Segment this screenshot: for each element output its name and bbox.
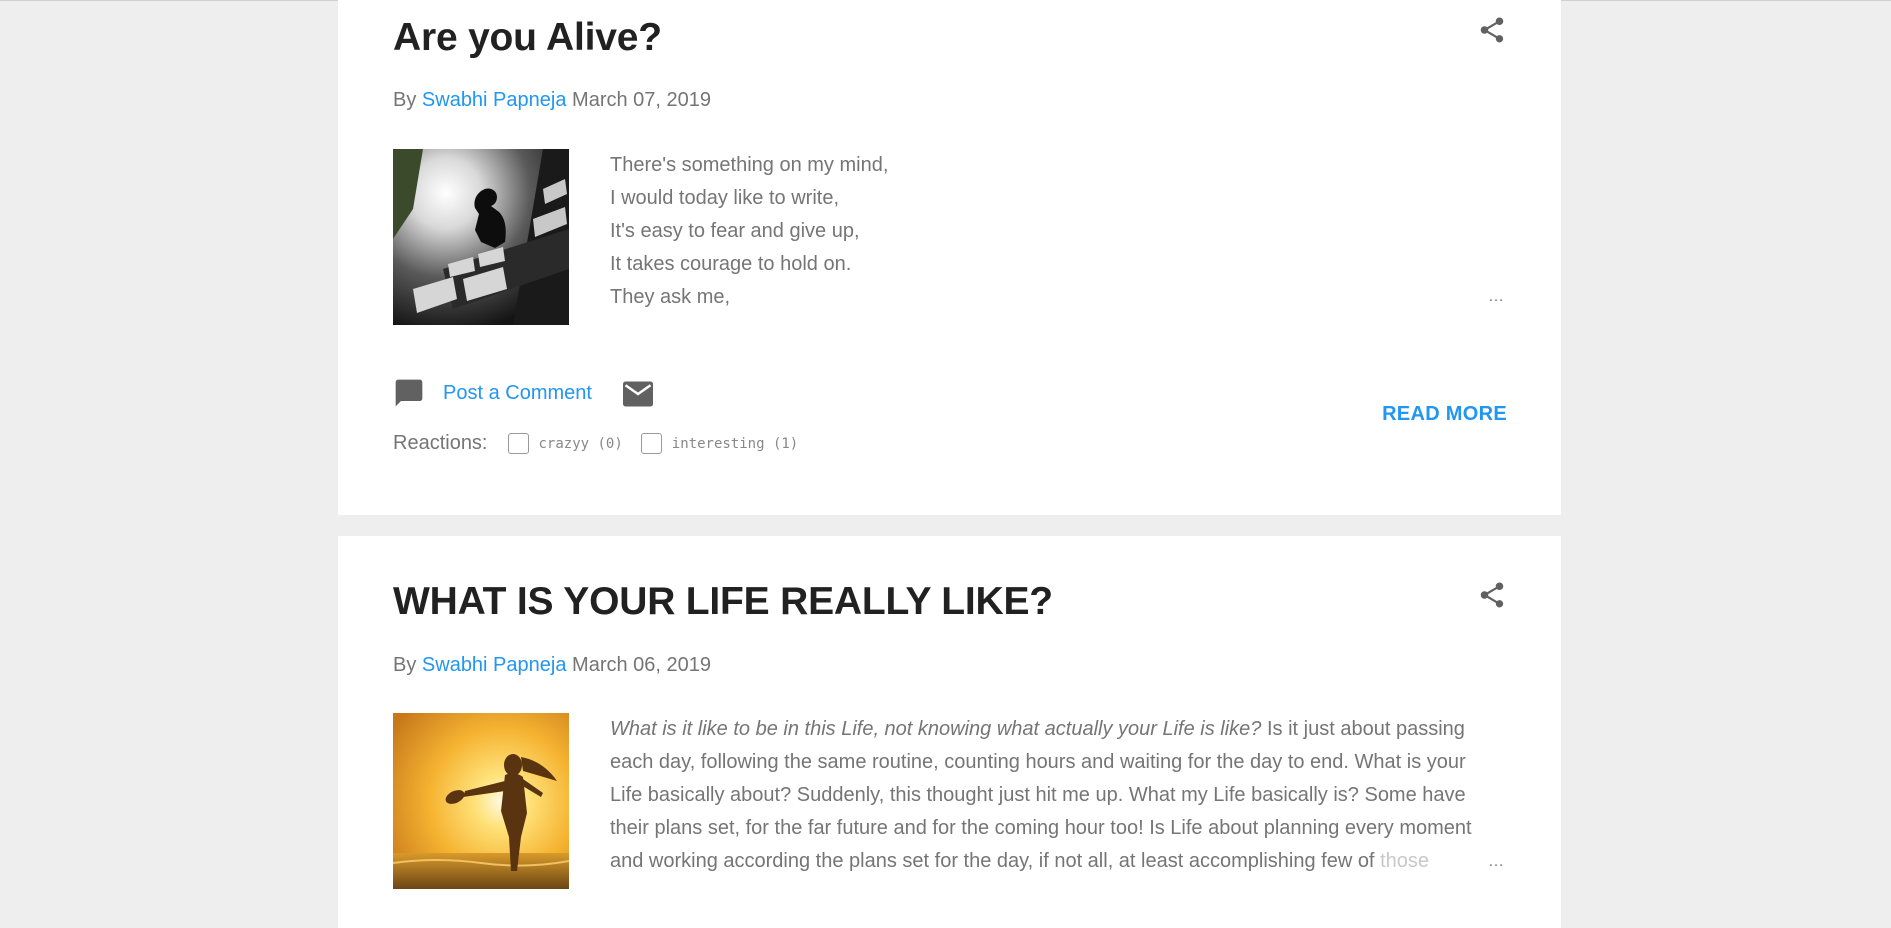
post-comment-link[interactable]: Post a Comment [393,377,592,409]
snippet-italic: What is it like to be in this Life, not … [610,718,1262,740]
snippet-line: It takes courage to hold on. [610,253,852,275]
author-link[interactable]: Swabhi Papneja [422,654,567,676]
snippet-line: I would today like to write, [610,187,839,209]
snippet-line: They ask me, [610,286,731,308]
post-title[interactable]: Are you Alive? [393,16,662,60]
by-label: By [393,89,417,111]
post-byline: By Swabhi Papneja March 07, 2019 [393,89,711,112]
blog-post-card: Are you Alive? By Swabhi Papneja March 0… [338,0,1561,515]
post-date: March 07, 2019 [572,89,712,111]
post-thumbnail[interactable] [393,149,569,325]
snippet-line: What is it like to be in this Life, not … [610,713,1510,746]
snippet-line: There's something on my mind, [610,154,889,176]
snippet-line: and working according the plans set for … [610,845,1510,878]
snippet-text: and working according the plans set for … [610,850,1381,872]
reactions-label: Reactions: [393,432,488,454]
reaction-interesting[interactable]: interesting (1) [640,433,799,454]
post-snippet: There's something on my mind, I would to… [610,149,1510,314]
reaction-label: interesting (1) [671,435,799,452]
author-link[interactable]: Swabhi Papneja [422,89,567,111]
person-sitting-on-bench-image [393,149,569,325]
post-comment-label[interactable]: Post a Comment [443,382,592,405]
share-icon[interactable] [1477,580,1507,610]
reaction-checkbox[interactable] [507,433,529,454]
snippet-faded-text: those [1380,850,1429,872]
read-more-link[interactable]: READ MORE [1382,403,1507,426]
comment-icon [395,379,423,407]
post-snippet: What is it like to be in this Life, not … [610,713,1510,878]
snippet-line: Life basically about? Suddenly, this tho… [610,784,1466,806]
post-thumbnail[interactable] [393,713,569,889]
post-title[interactable]: WHAT IS YOUR LIFE REALLY LIKE? [393,580,1053,624]
snippet-line: It's easy to fear and give up, [610,220,860,242]
snippet-ellipsis: … [1488,288,1505,305]
share-icon[interactable] [1477,15,1507,45]
snippet-text: Is it just about passing [1261,718,1465,740]
by-label: By [393,654,417,676]
post-byline: By Swabhi Papneja March 06, 2019 [393,654,711,677]
blog-post-card: WHAT IS YOUR LIFE REALLY LIKE? By Swabhi… [338,536,1561,928]
reaction-label: crazyy (0) [538,435,623,452]
reaction-crazyy[interactable]: crazyy (0) [507,433,623,454]
mail-icon[interactable] [623,381,653,407]
snippet-line: each day, following the same routine, co… [610,751,1466,773]
post-date: March 06, 2019 [572,654,712,676]
reaction-checkbox[interactable] [640,433,662,454]
woman-at-sunset-image [393,713,569,889]
snippet-ellipsis: … [1488,853,1505,870]
reactions-bar: Reactions: crazyy (0) interesting (1) [393,432,816,455]
snippet-line: their plans set, for the far future and … [610,817,1472,839]
